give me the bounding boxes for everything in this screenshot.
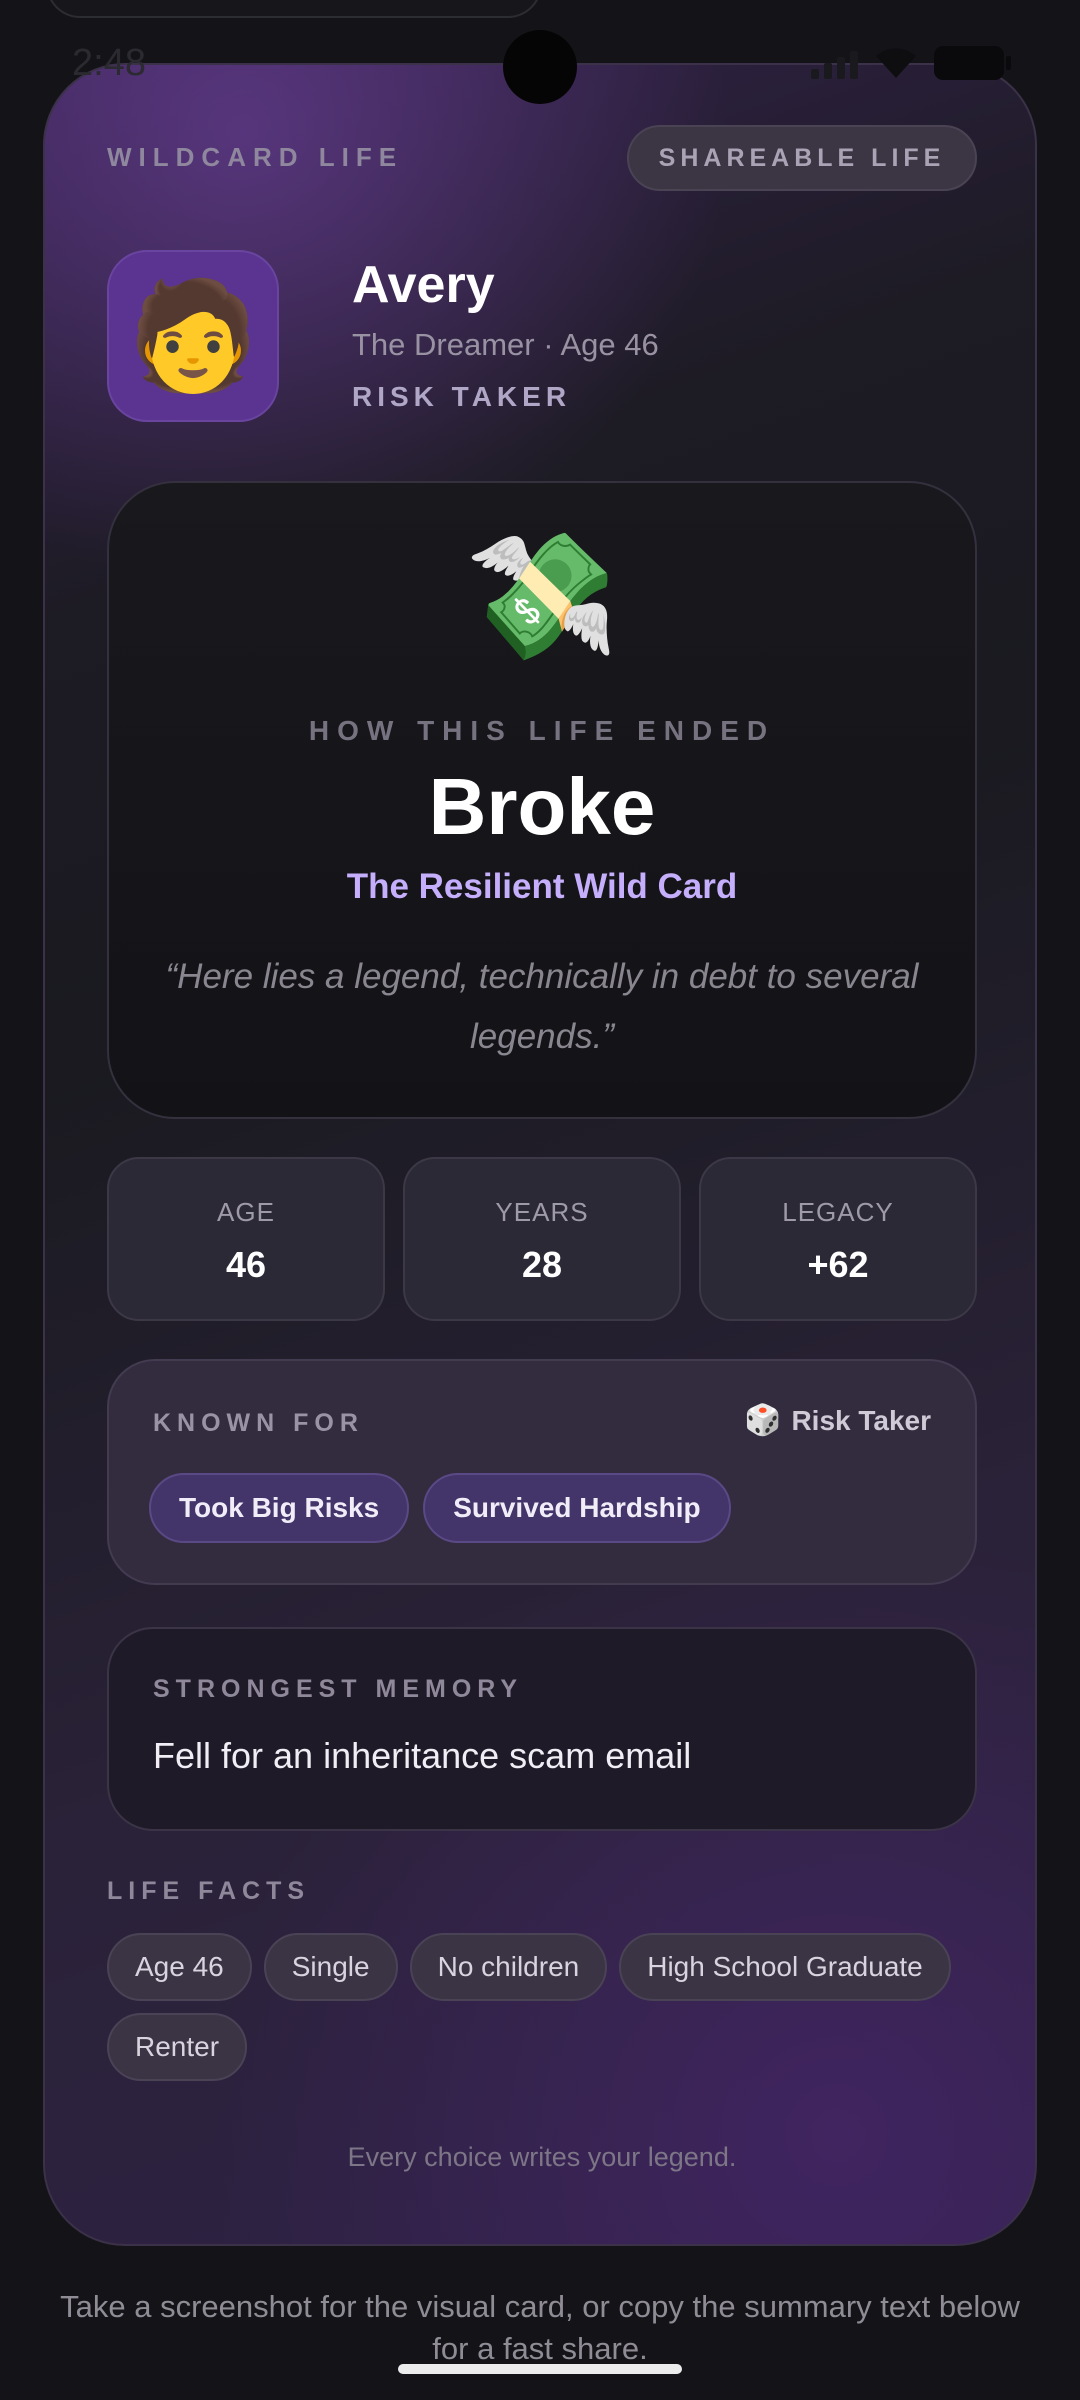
share-screen: WILDCARD LIFE SHAREABLE LIFE 🧑 Avery The… xyxy=(0,0,1080,2400)
ending-kicker: HOW THIS LIFE ENDED xyxy=(308,715,776,746)
life-facts-list: Age 46 Single No children High School Gr… xyxy=(107,1933,977,2081)
fact-chip: High School Graduate xyxy=(619,1933,951,2001)
fact-chip: Single xyxy=(263,1933,398,2001)
known-for-tag: Took Big Risks xyxy=(149,1473,410,1543)
character-name: Avery xyxy=(352,256,495,314)
character-type: RISK TAKER xyxy=(352,381,572,412)
known-for-tags: Took Big Risks Survived Hardship xyxy=(149,1473,731,1543)
known-for-trait: 🎲 Risk Taker xyxy=(744,1403,931,1438)
fact-chip: Age 46 xyxy=(107,1933,252,2001)
known-for-label: KNOWN FOR xyxy=(153,1409,364,1437)
card-tagline: Every choice writes your legend. xyxy=(347,2142,737,2172)
character-subtitle: The Dreamer · Age 46 xyxy=(352,327,659,362)
ending-quote: “Here lies a legend, technically in debt… xyxy=(165,957,919,1056)
avatar: 🧑 xyxy=(107,250,279,422)
life-card: WILDCARD LIFE SHAREABLE LIFE 🧑 Avery The… xyxy=(43,63,1037,2246)
share-instructions: Take a screenshot for the visual card, o… xyxy=(60,2289,1020,2366)
stat-label: AGE xyxy=(217,1197,275,1227)
fact-chip: No children xyxy=(409,1933,608,2001)
person-emoji-icon: 🧑 xyxy=(127,277,259,395)
status-bar: 2:48 xyxy=(0,0,1080,130)
life-facts-label: LIFE FACTS xyxy=(107,1877,311,1905)
battery-icon xyxy=(934,46,1011,80)
wifi-icon xyxy=(876,48,916,78)
brand-label: WILDCARD LIFE xyxy=(107,142,404,172)
life-ending-panel: 💸 HOW THIS LIFE ENDED Broke The Resilien… xyxy=(107,481,977,1119)
ending-archetype: The Resilient Wild Card xyxy=(346,867,738,906)
fact-chip: Renter xyxy=(107,2013,248,2081)
known-for-trait-label: Risk Taker xyxy=(791,1404,931,1436)
known-for-panel: KNOWN FOR 🎲 Risk Taker Took Big Risks Su… xyxy=(107,1359,977,1585)
dice-icon: 🎲 xyxy=(744,1404,782,1437)
stat-legacy: LEGACY +62 xyxy=(699,1157,977,1321)
ending-title: Broke xyxy=(428,762,656,851)
stat-label: YEARS xyxy=(495,1197,589,1227)
stat-years: YEARS 28 xyxy=(403,1157,681,1321)
shareable-life-badge: SHAREABLE LIFE xyxy=(627,125,977,191)
front-camera xyxy=(503,30,577,104)
stat-label: LEGACY xyxy=(782,1197,894,1227)
signal-icon xyxy=(811,47,858,79)
strongest-memory-panel: STRONGEST MEMORY Fell for an inheritance… xyxy=(107,1627,977,1831)
memory-text: Fell for an inheritance scam email xyxy=(153,1735,692,1776)
home-indicator[interactable] xyxy=(398,2364,682,2374)
stat-value: +62 xyxy=(807,1244,869,1285)
status-time: 2:48 xyxy=(72,42,146,84)
memory-label: STRONGEST MEMORY xyxy=(153,1675,524,1703)
stats-row: AGE 46 YEARS 28 LEGACY +62 xyxy=(107,1157,977,1321)
stat-value: 28 xyxy=(521,1244,563,1285)
status-icons xyxy=(811,46,1011,80)
stat-age: AGE 46 xyxy=(107,1157,385,1321)
money-with-wings-icon: 💸 xyxy=(464,528,620,666)
stat-value: 46 xyxy=(225,1244,267,1285)
known-for-tag: Survived Hardship xyxy=(423,1473,731,1543)
